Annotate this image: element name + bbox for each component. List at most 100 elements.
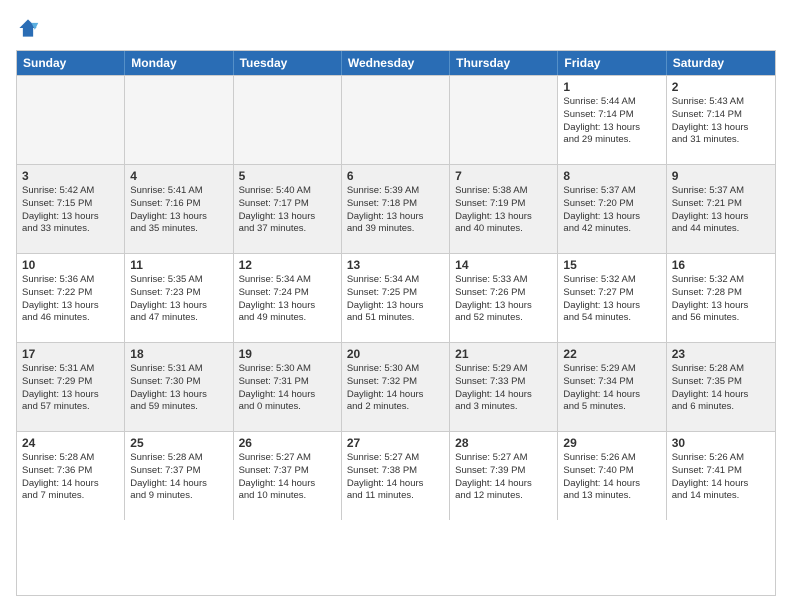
day-info: Sunrise: 5:31 AM Sunset: 7:29 PM Dayligh… [22, 363, 119, 414]
day-info: Sunrise: 5:27 AM Sunset: 7:37 PM Dayligh… [239, 452, 336, 503]
day-number: 11 [130, 258, 227, 272]
page: SundayMondayTuesdayWednesdayThursdayFrid… [0, 0, 792, 612]
day-info: Sunrise: 5:38 AM Sunset: 7:19 PM Dayligh… [455, 185, 552, 236]
day-number: 3 [22, 169, 119, 183]
day-number: 10 [22, 258, 119, 272]
calendar-week-4: 17 Sunrise: 5:31 AM Sunset: 7:29 PM Dayli… [17, 342, 775, 431]
calendar: SundayMondayTuesdayWednesdayThursdayFrid… [16, 50, 776, 596]
day-number: 21 [455, 347, 552, 361]
day-info: Sunrise: 5:43 AM Sunset: 7:14 PM Dayligh… [672, 96, 770, 147]
day-info: Sunrise: 5:33 AM Sunset: 7:26 PM Dayligh… [455, 274, 552, 325]
calendar-header-row: SundayMondayTuesdayWednesdayThursdayFrid… [17, 51, 775, 75]
day-cell-5: 5 Sunrise: 5:40 AM Sunset: 7:17 PM Daylig… [234, 165, 342, 253]
day-info: Sunrise: 5:26 AM Sunset: 7:41 PM Dayligh… [672, 452, 770, 503]
day-cell-17: 17 Sunrise: 5:31 AM Sunset: 7:29 PM Dayli… [17, 343, 125, 431]
day-cell-15: 15Sunrise: 5:32 AM Sunset: 7:27 PM Dayli… [558, 254, 666, 342]
day-number: 2 [672, 80, 770, 94]
day-info: Sunrise: 5:37 AM Sunset: 7:20 PM Dayligh… [563, 185, 660, 236]
day-info: Sunrise: 5:34 AM Sunset: 7:24 PM Dayligh… [239, 274, 336, 325]
day-number: 27 [347, 436, 444, 450]
day-number: 17 [22, 347, 119, 361]
day-cell-24: 24Sunrise: 5:28 AM Sunset: 7:36 PM Dayli… [17, 432, 125, 520]
day-cell-11: 11 Sunrise: 5:35 AM Sunset: 7:23 PM Dayli… [125, 254, 233, 342]
calendar-week-3: 10 Sunrise: 5:36 AM Sunset: 7:22 PM Dayli… [17, 253, 775, 342]
empty-cell [450, 76, 558, 164]
day-info: Sunrise: 5:32 AM Sunset: 7:28 PM Dayligh… [672, 274, 770, 325]
logo-icon [16, 16, 40, 40]
day-number: 5 [239, 169, 336, 183]
day-cell-4: 4 Sunrise: 5:41 AM Sunset: 7:16 PM Daylig… [125, 165, 233, 253]
day-number: 18 [130, 347, 227, 361]
day-cell-25: 25 Sunrise: 5:28 AM Sunset: 7:37 PM Dayli… [125, 432, 233, 520]
day-number: 30 [672, 436, 770, 450]
logo [16, 16, 44, 40]
day-number: 19 [239, 347, 336, 361]
day-number: 1 [563, 80, 660, 94]
calendar-week-2: 3 Sunrise: 5:42 AM Sunset: 7:15 PM Daylig… [17, 164, 775, 253]
calendar-body: 1 Sunrise: 5:44 AM Sunset: 7:14 PM Daylig… [17, 75, 775, 520]
day-number: 15 [563, 258, 660, 272]
day-info: Sunrise: 5:35 AM Sunset: 7:23 PM Dayligh… [130, 274, 227, 325]
day-cell-9: 9 Sunrise: 5:37 AM Sunset: 7:21 PM Daylig… [667, 165, 775, 253]
day-cell-10: 10 Sunrise: 5:36 AM Sunset: 7:22 PM Dayli… [17, 254, 125, 342]
day-cell-7: 7 Sunrise: 5:38 AM Sunset: 7:19 PM Daylig… [450, 165, 558, 253]
day-cell-26: 26 Sunrise: 5:27 AM Sunset: 7:37 PM Dayli… [234, 432, 342, 520]
day-number: 16 [672, 258, 770, 272]
day-info: Sunrise: 5:36 AM Sunset: 7:22 PM Dayligh… [22, 274, 119, 325]
day-number: 8 [563, 169, 660, 183]
day-info: Sunrise: 5:31 AM Sunset: 7:30 PM Dayligh… [130, 363, 227, 414]
day-number: 9 [672, 169, 770, 183]
day-cell-18: 18 Sunrise: 5:31 AM Sunset: 7:30 PM Dayli… [125, 343, 233, 431]
day-info: Sunrise: 5:26 AM Sunset: 7:40 PM Dayligh… [563, 452, 660, 503]
day-cell-13: 13 Sunrise: 5:34 AM Sunset: 7:25 PM Dayli… [342, 254, 450, 342]
day-cell-20: 20 Sunrise: 5:30 AM Sunset: 7:32 PM Dayli… [342, 343, 450, 431]
day-cell-2: 2 Sunrise: 5:43 AM Sunset: 7:14 PM Daylig… [667, 76, 775, 164]
cal-header-monday: Monday [125, 51, 233, 75]
day-number: 20 [347, 347, 444, 361]
day-number: 23 [672, 347, 770, 361]
day-info: Sunrise: 5:42 AM Sunset: 7:15 PM Dayligh… [22, 185, 119, 236]
day-info: Sunrise: 5:29 AM Sunset: 7:34 PM Dayligh… [563, 363, 660, 414]
day-info: Sunrise: 5:27 AM Sunset: 7:38 PM Dayligh… [347, 452, 444, 503]
day-info: Sunrise: 5:37 AM Sunset: 7:21 PM Dayligh… [672, 185, 770, 236]
empty-cell [342, 76, 450, 164]
day-cell-27: 27 Sunrise: 5:27 AM Sunset: 7:38 PM Dayli… [342, 432, 450, 520]
cal-header-sunday: Sunday [17, 51, 125, 75]
day-number: 25 [130, 436, 227, 450]
day-info: Sunrise: 5:30 AM Sunset: 7:31 PM Dayligh… [239, 363, 336, 414]
day-info: Sunrise: 5:28 AM Sunset: 7:37 PM Dayligh… [130, 452, 227, 503]
cal-header-thursday: Thursday [450, 51, 558, 75]
day-number: 29 [563, 436, 660, 450]
cal-header-wednesday: Wednesday [342, 51, 450, 75]
header [16, 16, 776, 40]
day-cell-21: 21Sunrise: 5:29 AM Sunset: 7:33 PM Dayli… [450, 343, 558, 431]
day-info: Sunrise: 5:41 AM Sunset: 7:16 PM Dayligh… [130, 185, 227, 236]
day-number: 14 [455, 258, 552, 272]
empty-cell [125, 76, 233, 164]
day-cell-8: 8 Sunrise: 5:37 AM Sunset: 7:20 PM Daylig… [558, 165, 666, 253]
day-cell-28: 28 Sunrise: 5:27 AM Sunset: 7:39 PM Dayli… [450, 432, 558, 520]
day-info: Sunrise: 5:39 AM Sunset: 7:18 PM Dayligh… [347, 185, 444, 236]
day-cell-19: 19 Sunrise: 5:30 AM Sunset: 7:31 PM Dayli… [234, 343, 342, 431]
day-info: Sunrise: 5:27 AM Sunset: 7:39 PM Dayligh… [455, 452, 552, 503]
day-cell-29: 29 Sunrise: 5:26 AM Sunset: 7:40 PM Dayli… [558, 432, 666, 520]
day-number: 4 [130, 169, 227, 183]
day-info: Sunrise: 5:44 AM Sunset: 7:14 PM Dayligh… [563, 96, 660, 147]
day-number: 12 [239, 258, 336, 272]
day-cell-14: 14 Sunrise: 5:33 AM Sunset: 7:26 PM Dayli… [450, 254, 558, 342]
day-info: Sunrise: 5:34 AM Sunset: 7:25 PM Dayligh… [347, 274, 444, 325]
calendar-week-1: 1 Sunrise: 5:44 AM Sunset: 7:14 PM Daylig… [17, 75, 775, 164]
day-info: Sunrise: 5:28 AM Sunset: 7:36 PM Dayligh… [22, 452, 119, 503]
empty-cell [17, 76, 125, 164]
cal-header-friday: Friday [558, 51, 666, 75]
day-info: Sunrise: 5:30 AM Sunset: 7:32 PM Dayligh… [347, 363, 444, 414]
day-cell-22: 22Sunrise: 5:29 AM Sunset: 7:34 PM Dayli… [558, 343, 666, 431]
day-number: 26 [239, 436, 336, 450]
day-cell-16: 16 Sunrise: 5:32 AM Sunset: 7:28 PM Dayli… [667, 254, 775, 342]
day-number: 7 [455, 169, 552, 183]
day-info: Sunrise: 5:40 AM Sunset: 7:17 PM Dayligh… [239, 185, 336, 236]
day-number: 13 [347, 258, 444, 272]
day-cell-12: 12 Sunrise: 5:34 AM Sunset: 7:24 PM Dayli… [234, 254, 342, 342]
day-cell-3: 3 Sunrise: 5:42 AM Sunset: 7:15 PM Daylig… [17, 165, 125, 253]
day-number: 28 [455, 436, 552, 450]
